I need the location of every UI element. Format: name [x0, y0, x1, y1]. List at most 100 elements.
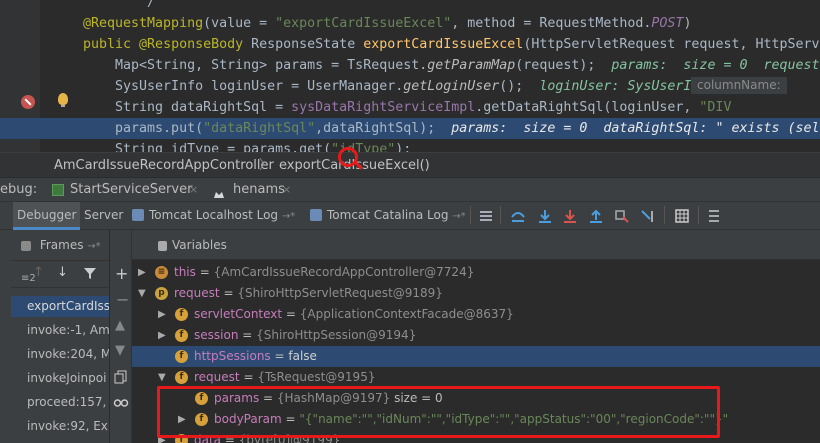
close-icon[interactable]: ×: [189, 178, 198, 202]
log-icon: [310, 209, 322, 221]
code-line[interactable]: String dataRightSql = sysDataRightServic…: [0, 97, 820, 118]
code-token: ();: [499, 79, 540, 94]
code-token: String idType = params.get(: [83, 142, 332, 152]
drop-frame-icon[interactable]: [614, 207, 630, 223]
code-token: );: [395, 142, 412, 152]
toolbar-divider: [664, 206, 665, 224]
threads-menu-icon[interactable]: [478, 207, 494, 223]
trace-icon[interactable]: [706, 207, 722, 223]
lightbulb-icon[interactable]: [58, 93, 68, 107]
step-over-icon[interactable]: [510, 207, 526, 223]
variable-name: httpSessions: [194, 349, 271, 363]
debug-session-tab-henams[interactable]: henams: [233, 178, 285, 202]
frames-pin-icon[interactable]: →*: [87, 241, 100, 252]
frame-item[interactable]: invokeJoinpoi: [11, 368, 109, 389]
field-icon: f: [175, 371, 188, 384]
code-line[interactable]: /: [0, 0, 820, 13]
code-token: /: [83, 0, 156, 10]
expand-arrow-icon[interactable]: ▶: [138, 262, 146, 283]
code-token: POST: [651, 16, 684, 31]
variable-name: request: [194, 370, 240, 384]
breadcrumb-class[interactable]: AmCardIssueRecordAppController: [54, 153, 274, 178]
code-token: params.put(: [83, 121, 204, 136]
variable-row[interactable]: f httpSessions = false: [132, 346, 820, 367]
move-down-icon[interactable]: ▼: [115, 343, 125, 358]
run-to-cursor-icon[interactable]: [640, 207, 656, 223]
toolbar-divider: [470, 206, 471, 224]
frame-item[interactable]: invoke:92, Exp: [11, 416, 109, 437]
code-text: public @ResponseBody ResponseState expor…: [83, 34, 820, 55]
close-icon[interactable]: ×: [282, 178, 291, 202]
variables-title: Variables: [172, 238, 227, 252]
code-token: sysDataRightServiceImpl: [291, 100, 476, 115]
frames-title: Frames: [39, 238, 84, 252]
variable-label: servletContext = {ApplicationContextFaca…: [194, 304, 514, 325]
tomcat-icon: [213, 185, 225, 198]
code-line[interactable]: params.put("dataRightSql",dataRightSql);…: [0, 118, 820, 139]
variable-row[interactable]: ▶ f servletContext = {ApplicationContextFa…: [132, 304, 820, 325]
move-up-icon[interactable]: ▲: [115, 318, 125, 333]
code-token: ,dataRightSql);: [315, 121, 452, 136]
variable-value: {ShiroHttpServletRequest@9189}: [237, 286, 443, 300]
code-text: SysUserInfo loginUser = UserManager.getL…: [83, 76, 755, 97]
variable-row[interactable]: ▼ p request = {ShiroHttpServletRequest@918…: [132, 283, 820, 304]
code-text: String dataRightSql = sysDataRightServic…: [83, 97, 731, 118]
variable-value: false: [288, 349, 317, 363]
variable-value: {ApplicationContextFacade@8637}: [299, 307, 514, 321]
step-into-icon[interactable]: [537, 207, 553, 223]
down-arrow-icon[interactable]: ↓: [57, 265, 68, 280]
code-line[interactable]: Map<String, String> params = TsRequest.g…: [0, 55, 820, 76]
show-watches-icon[interactable]: [113, 396, 129, 413]
evaluate-expression-icon[interactable]: [674, 207, 690, 223]
field-icon: f: [175, 350, 188, 363]
code-token: ResponseState: [251, 37, 364, 52]
debug-session-tab-startserviceserver[interactable]: StartServiceServer: [70, 178, 192, 202]
add-watch-icon[interactable]: +: [115, 266, 128, 282]
filter-icon[interactable]: [83, 266, 97, 283]
code-text: String idType = params.get("idType");: [83, 139, 411, 152]
variable-label: httpSessions = false: [194, 346, 317, 367]
frames-toolbar: ↑ ↓: [11, 260, 109, 288]
toolbar-divider: [698, 206, 699, 224]
frame-item[interactable]: invoke:-1, Amc: [11, 320, 109, 341]
remove-watch-icon[interactable]: −: [116, 292, 129, 308]
up-arrow-icon[interactable]: ↑: [33, 265, 44, 280]
tab-server[interactable]: Server: [80, 202, 127, 230]
tab-tomcat-localhost-log[interactable]: Tomcat Localhost Log →*: [128, 202, 299, 230]
code-token: @ResponseBody: [139, 37, 252, 52]
collapse-arrow-icon[interactable]: ▼: [158, 367, 166, 388]
tooltip-columnname: columnName:: [691, 77, 787, 94]
breakpoint-icon[interactable]: [21, 95, 35, 109]
code-token: (request);: [515, 58, 612, 73]
tab-debugger[interactable]: Debugger: [13, 202, 81, 230]
code-editor[interactable]: / @RequestMapping(value = "exportCardIssu…: [0, 0, 820, 152]
equals-sign: =: [270, 349, 289, 363]
equals-sign: =: [195, 265, 214, 279]
frame-item[interactable]: exportCardIss: [11, 296, 109, 317]
force-step-into-icon[interactable]: [562, 207, 578, 223]
code-token: "DIV: [699, 100, 732, 115]
variable-row[interactable]: ▶ ≡ this = {AmCardIssueRecordAppController…: [132, 262, 820, 283]
frame-item[interactable]: invoke:204, M: [11, 344, 109, 365]
variable-name: request: [174, 286, 220, 300]
variable-row[interactable]: ▶ f session = {ShiroHttpSession@9194}: [132, 325, 820, 346]
expand-arrow-icon[interactable]: ▶: [158, 325, 166, 346]
variable-row[interactable]: ▼ f request = {TsRequest@9195}: [132, 367, 820, 388]
code-line[interactable]: public @ResponseBody ResponseState expor…: [0, 34, 820, 55]
debug-side-strip: [0, 230, 11, 443]
debugger-tabs: Debugger Server Tomcat Localhost Log →* …: [0, 202, 820, 230]
frame-item[interactable]: proceed:157,: [11, 392, 109, 413]
code-line[interactable]: @RequestMapping(value = "exportCardIssue…: [0, 13, 820, 34]
expand-arrow-icon[interactable]: ▶: [158, 304, 166, 325]
code-line[interactable]: String idType = params.get("idType");: [0, 139, 820, 152]
tab-tomcat-localhost-label: Tomcat Localhost Log: [149, 208, 279, 222]
variables-header: Variables: [132, 230, 820, 260]
tab-tomcat-catalina-log[interactable]: Tomcat Catalina Log →*: [306, 202, 470, 230]
variable-label: request = {TsRequest@9195}: [194, 367, 375, 388]
code-token: (value =: [203, 16, 276, 31]
debug-toolwindow-bar: ebug: StartServiceServer × henams ×: [0, 177, 820, 202]
collapse-arrow-icon[interactable]: ▼: [138, 283, 146, 304]
copy-icon[interactable]: [114, 370, 128, 387]
frames-icon: [21, 241, 31, 251]
step-out-icon[interactable]: [588, 207, 604, 223]
